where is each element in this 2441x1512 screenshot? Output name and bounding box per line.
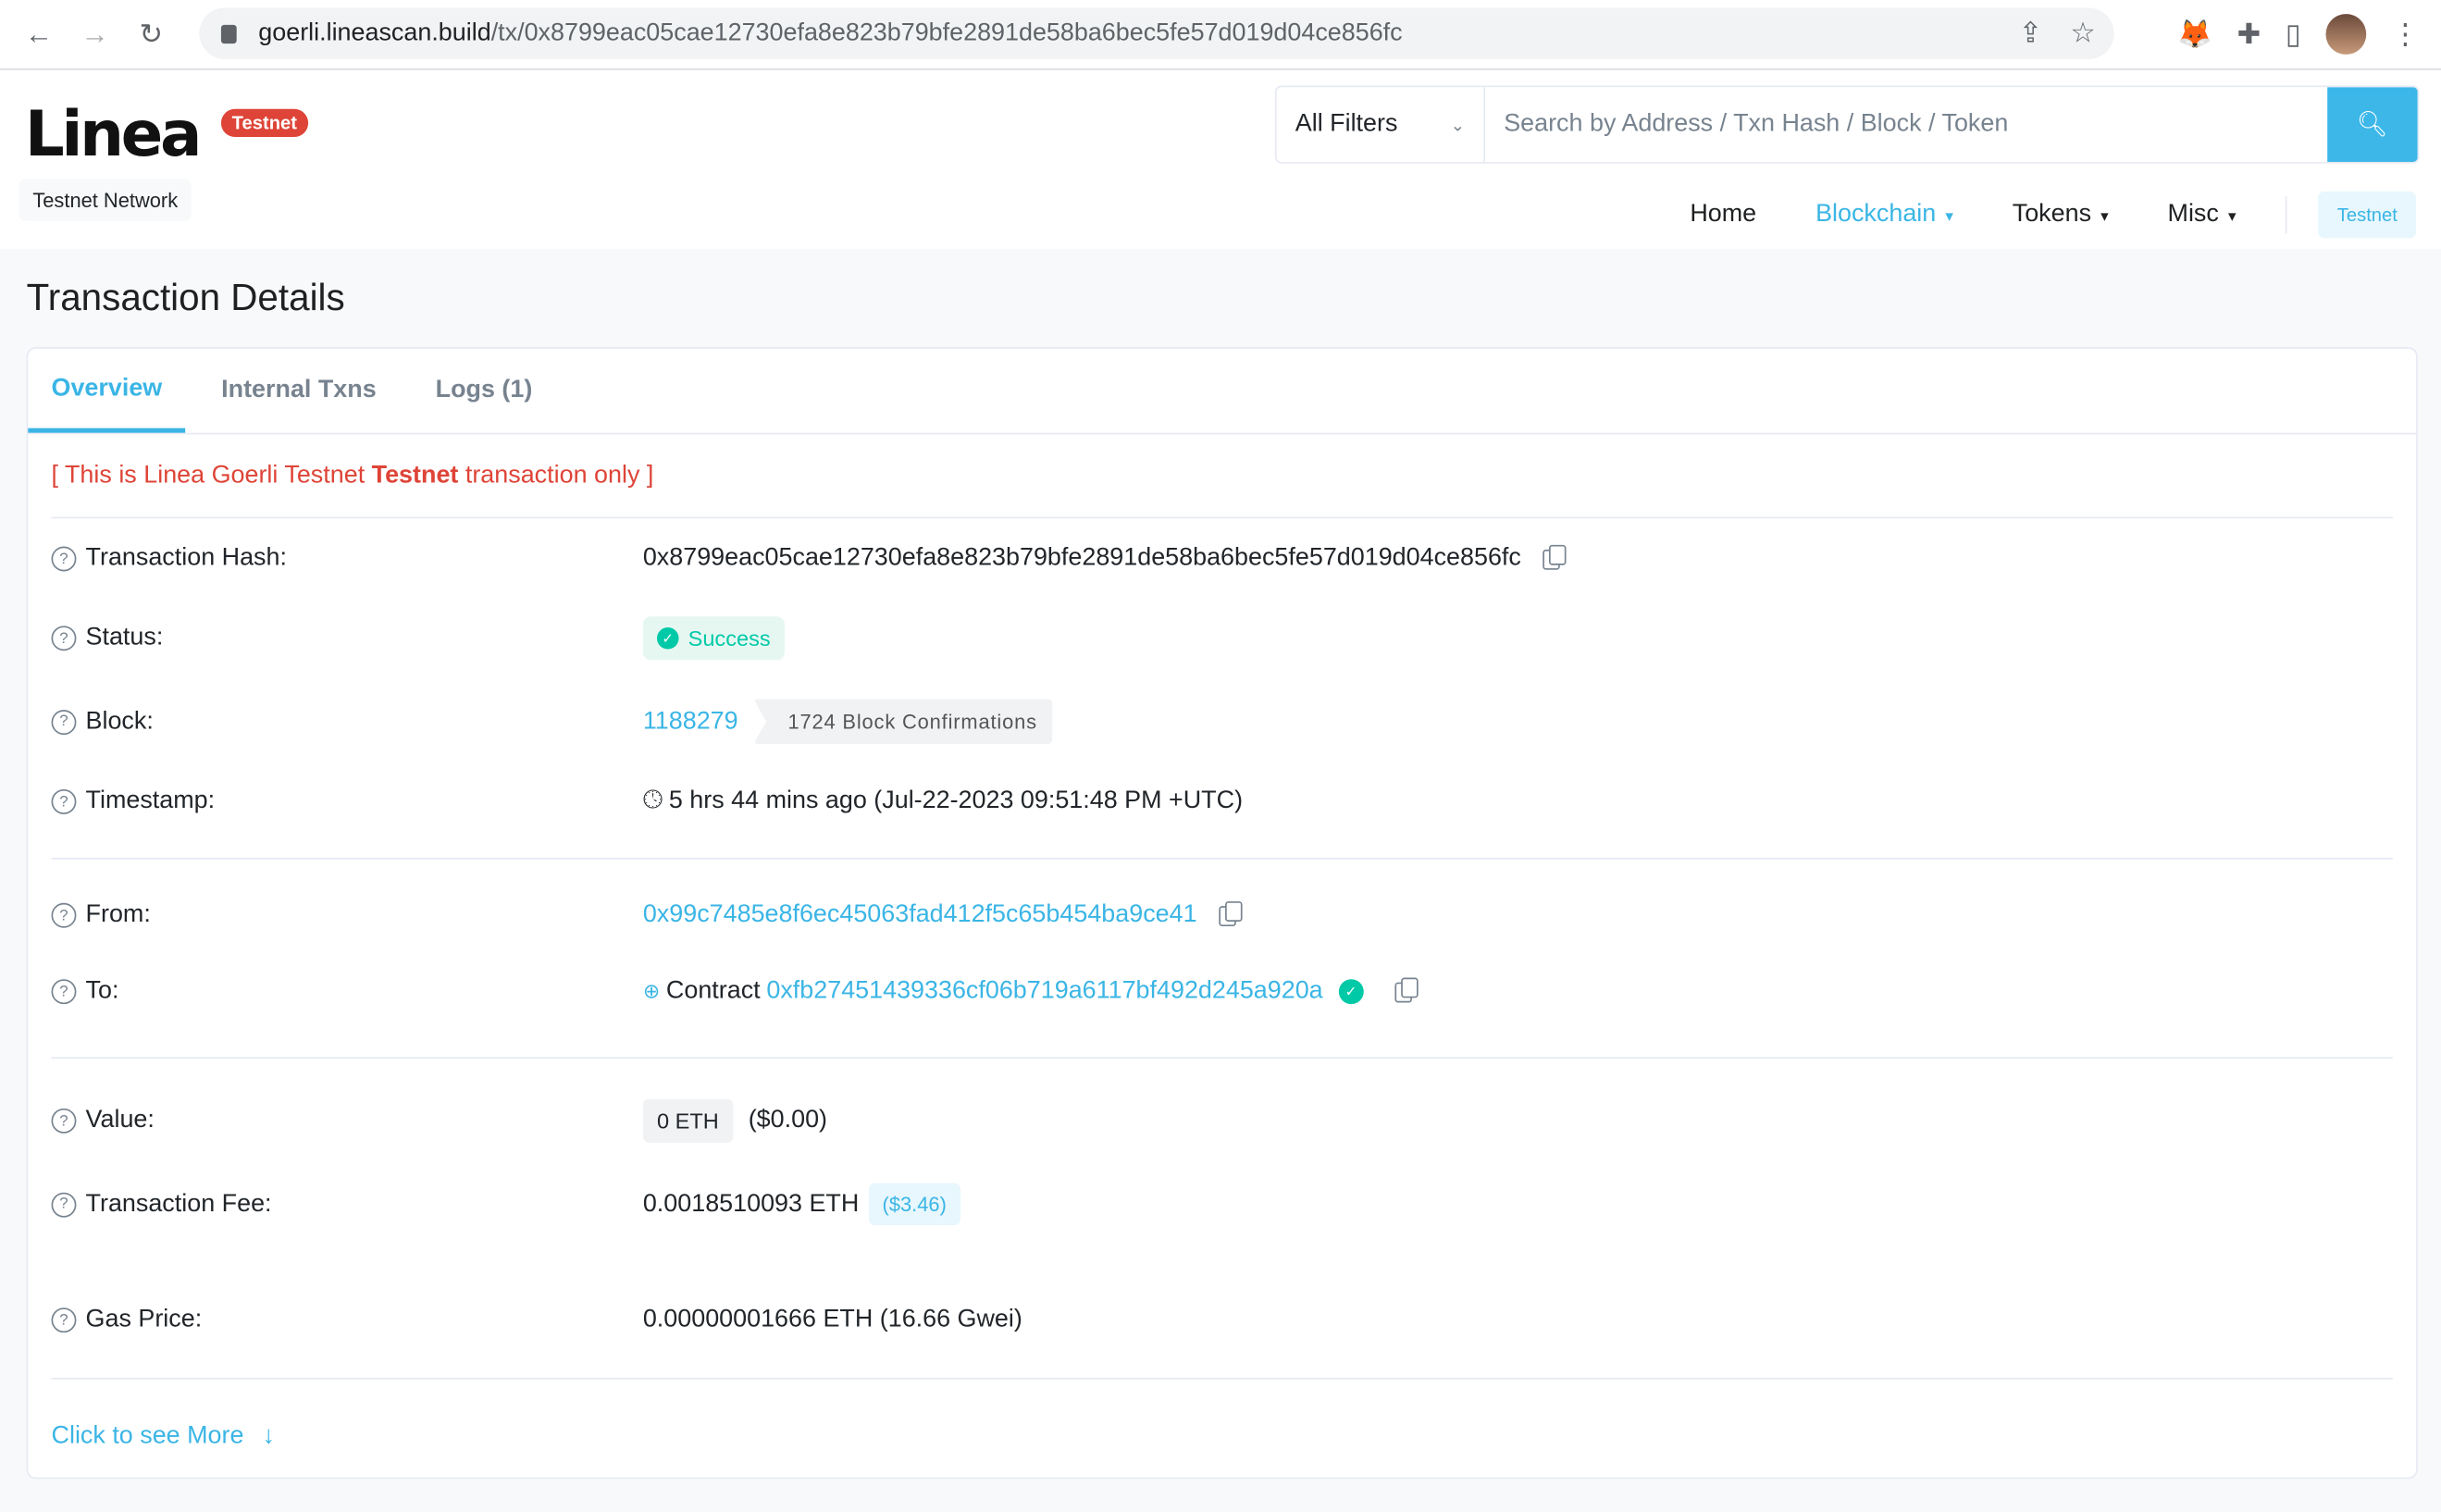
- chevron-down-icon: ▾: [2100, 208, 2109, 226]
- network-button[interactable]: Testnet: [2318, 191, 2417, 239]
- to-address-link[interactable]: 0xfb27451439336cf06b719a6117bf492d245a92…: [766, 978, 1322, 1006]
- tab-overview[interactable]: Overview: [28, 349, 186, 433]
- confirmations-badge: 1724 Block Confirmations: [753, 699, 1053, 745]
- site-header: Linea Testnet Testnet Network All Filter…: [0, 69, 2441, 250]
- search-icon: 🔍︎: [2356, 112, 2389, 139]
- row-gas-price: ? Gas Price: 0.00000001666 ETH (16.66 Gwe…: [51, 1307, 2393, 1334]
- lock-icon: [220, 24, 237, 43]
- help-icon[interactable]: ?: [51, 709, 77, 735]
- search-input[interactable]: [1485, 87, 2328, 162]
- row-timestamp: ? Timestamp: 🕓︎ 5 hrs 44 mins ago (Jul-22-…: [51, 787, 2393, 815]
- fee-usd-badge: ($3.46): [868, 1183, 961, 1226]
- nav-home[interactable]: Home: [1690, 201, 1756, 229]
- chevron-down-icon: ▾: [1945, 208, 1953, 226]
- help-icon[interactable]: ?: [51, 788, 77, 814]
- avatar[interactable]: [2325, 14, 2367, 55]
- nav-blockchain[interactable]: Blockchain ▾: [1815, 201, 1953, 229]
- see-more-link[interactable]: Click to see More ↓: [52, 1423, 276, 1451]
- help-icon[interactable]: ?: [51, 1108, 77, 1134]
- check-circle-icon: ✓: [656, 627, 679, 650]
- row-block: ? Block: 1188279 1724 Block Confirmations: [51, 699, 2393, 745]
- network-label: Testnet Network: [19, 179, 192, 221]
- reload-icon[interactable]: ↻: [134, 18, 168, 50]
- divider: [51, 1377, 2393, 1380]
- browser-toolbar: ← → ↻ goerli.lineascan.build/tx/0x8799ea…: [0, 0, 2441, 70]
- divider: [51, 858, 2393, 860]
- copy-icon[interactable]: [1394, 976, 1419, 1002]
- share-icon[interactable]: ⇪: [2019, 18, 2042, 50]
- help-icon[interactable]: ?: [51, 979, 77, 1005]
- tab-bar: Overview Internal Txns Logs (1): [28, 349, 2417, 435]
- copy-icon[interactable]: [1219, 900, 1243, 926]
- nav-misc[interactable]: Misc ▾: [2168, 201, 2237, 229]
- row-value: ? Value: 0 ETH ($0.00): [51, 1098, 2393, 1143]
- divider: [51, 516, 2393, 519]
- row-status: ? Status: ✓ Success: [51, 616, 2393, 661]
- back-icon[interactable]: ←: [22, 18, 56, 50]
- sidepanel-icon[interactable]: ▯: [2286, 18, 2301, 50]
- help-icon[interactable]: ?: [51, 1308, 77, 1333]
- search-button[interactable]: 🔍︎: [2327, 87, 2418, 162]
- help-icon[interactable]: ?: [51, 1191, 77, 1217]
- metamask-icon[interactable]: 🦊: [2177, 18, 2212, 50]
- testnet-notice: [ This is Linea Goerli Testnet Testnet t…: [51, 462, 654, 490]
- address-bar[interactable]: goerli.lineascan.build/tx/0x8799eac05cae…: [199, 7, 2114, 59]
- page-title: Transaction Details: [26, 277, 345, 319]
- row-to: ? To: ⊕ Contract 0xfb27451439336cf06b719a61…: [51, 976, 2393, 1006]
- tab-internal-txns[interactable]: Internal Txns: [198, 349, 400, 433]
- chevron-down-icon: ▾: [2227, 208, 2237, 226]
- linea-logo[interactable]: Linea: [25, 105, 202, 167]
- nav-tokens[interactable]: Tokens ▾: [2013, 201, 2109, 229]
- from-address-link[interactable]: 0x99c7485e8f6ec45063fad412f5c65b454ba9ce…: [643, 901, 1197, 929]
- more-icon[interactable]: ⋮: [2391, 18, 2419, 50]
- help-icon[interactable]: ?: [51, 546, 77, 572]
- forward-icon[interactable]: →: [78, 18, 112, 50]
- clock-icon: 🕓︎: [642, 787, 663, 814]
- arrow-down-icon: ↓: [262, 1422, 276, 1450]
- search-bar: All Filters⌄ 🔍︎: [1274, 85, 2420, 164]
- tx-hash: 0x8799eac05cae12730efa8e823b79bfe2891de5…: [642, 544, 1521, 572]
- tab-logs[interactable]: Logs (1): [412, 349, 555, 433]
- block-link[interactable]: 1188279: [643, 708, 738, 736]
- copy-icon[interactable]: [1543, 543, 1567, 569]
- verified-icon: ✓: [1338, 979, 1364, 1005]
- row-from: ? From: 0x99c7485e8f6ec45063fad412f5c65b4…: [51, 900, 2393, 929]
- divider: [2286, 195, 2287, 234]
- zoom-in-icon[interactable]: ⊕: [643, 979, 660, 1004]
- divider: [51, 1057, 2393, 1060]
- row-fee: ? Transaction Fee: 0.0018510093 ETH ($3.46…: [51, 1183, 2393, 1226]
- transaction-card: Overview Internal Txns Logs (1) [ This i…: [26, 347, 2418, 1480]
- main-nav: Home Blockchain ▾ Tokens ▾ Misc ▾ Testnet: [1630, 191, 2417, 239]
- chevron-down-icon: ⌄: [1450, 116, 1466, 135]
- status-badge: ✓ Success: [642, 616, 785, 661]
- help-icon[interactable]: ?: [51, 902, 77, 928]
- testnet-badge: Testnet: [220, 108, 308, 138]
- filter-select[interactable]: All Filters ⌄: [1277, 87, 1486, 162]
- extensions-icon[interactable]: ✚: [2237, 18, 2261, 50]
- help-icon[interactable]: ?: [51, 626, 77, 651]
- row-hash: ? Transaction Hash: 0x8799eac05cae12730ef…: [51, 543, 2393, 573]
- value-badge: 0 ETH: [642, 1098, 733, 1143]
- star-icon[interactable]: ☆: [2070, 18, 2095, 50]
